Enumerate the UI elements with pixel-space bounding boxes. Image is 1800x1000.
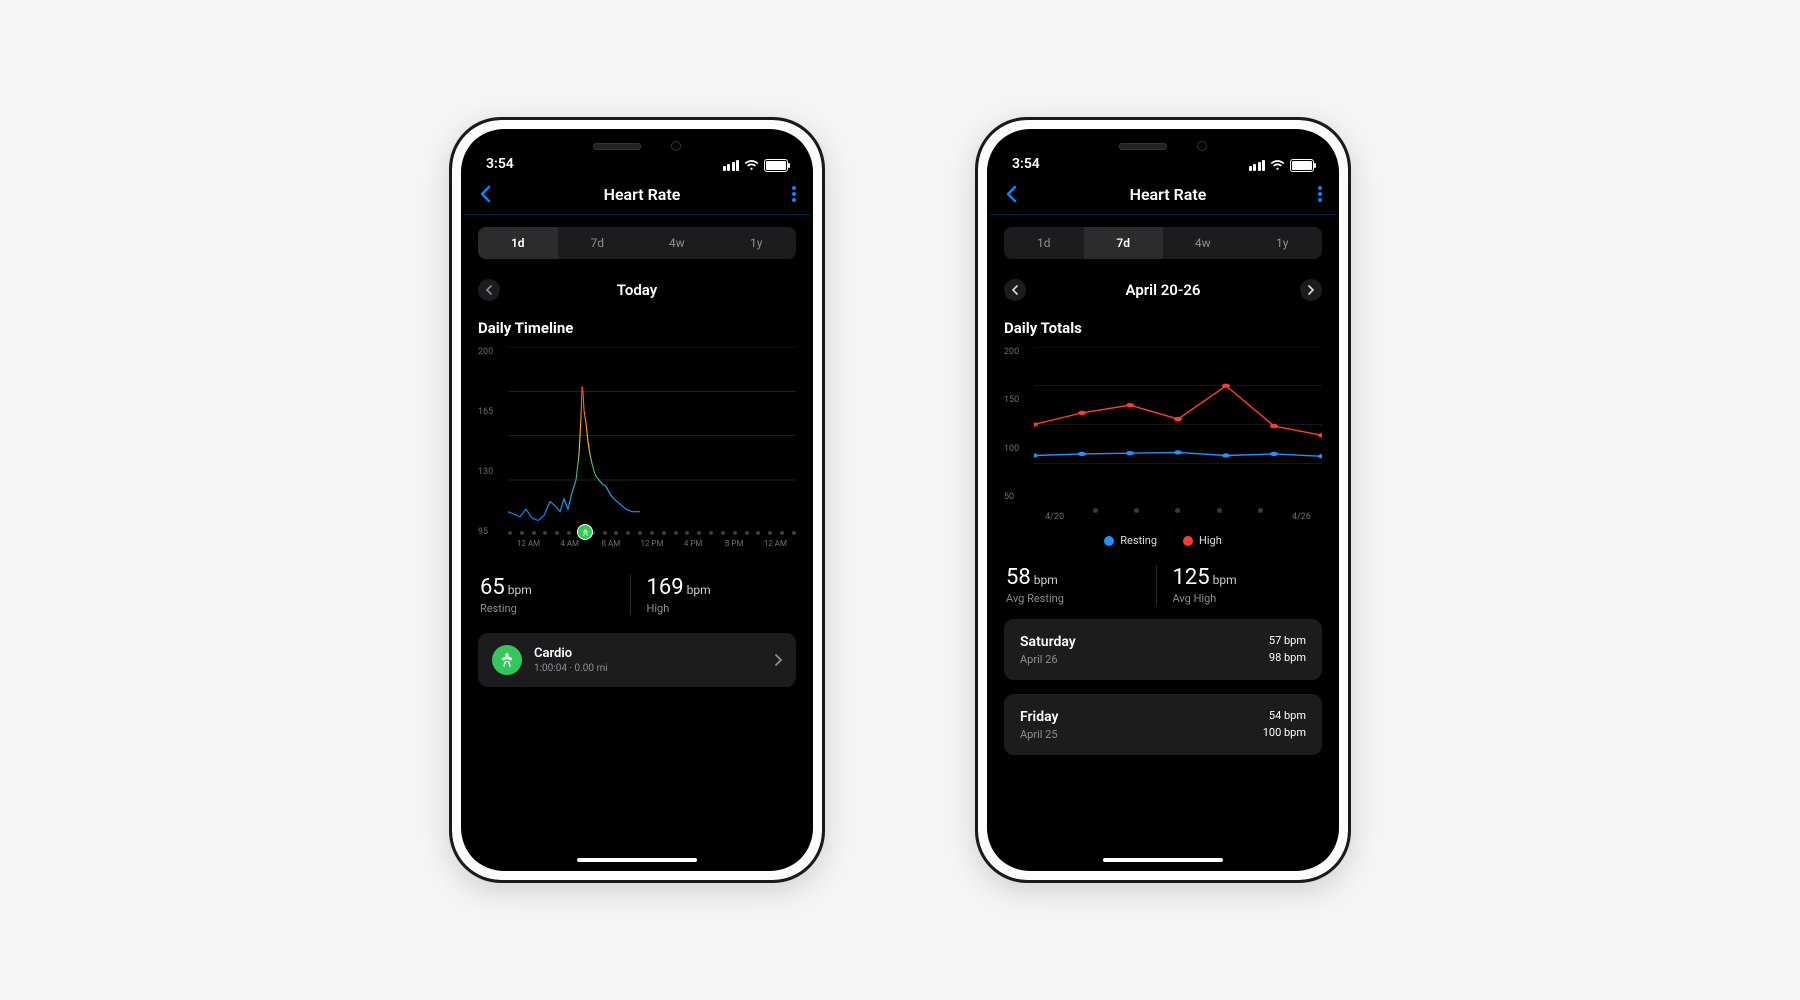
- cellular-icon: [723, 160, 740, 171]
- range-segmented-control[interactable]: 1d 7d 4w 1y: [1004, 227, 1322, 259]
- daily-timeline-chart[interactable]: 20016513095 12 AM4 AM8 AM12 PM4 PM8 PM12…: [478, 347, 796, 557]
- seg-4w[interactable]: 4w: [1163, 227, 1243, 259]
- legend-high: High: [1183, 534, 1222, 547]
- status-time: 3:54: [486, 156, 514, 172]
- date-prev-button[interactable]: [1004, 279, 1026, 301]
- back-button[interactable]: [1004, 185, 1018, 203]
- day-card[interactable]: Friday April 25 54 bpm100 bpm: [1004, 694, 1322, 755]
- home-indicator[interactable]: [577, 858, 697, 862]
- more-button[interactable]: [792, 186, 796, 202]
- seg-1d[interactable]: 1d: [478, 227, 558, 259]
- day-name: Saturday: [1020, 634, 1076, 650]
- home-indicator[interactable]: [1103, 858, 1223, 862]
- seg-1d[interactable]: 1d: [1004, 227, 1084, 259]
- page-title: Heart Rate: [604, 185, 681, 204]
- seg-4w[interactable]: 4w: [637, 227, 717, 259]
- day-high: 98 bpm: [1269, 650, 1306, 667]
- activity-icon: [492, 645, 522, 675]
- stat-high: 169bpm High: [630, 575, 797, 615]
- date-label: Today: [617, 281, 657, 299]
- section-title: Daily Totals: [990, 319, 1336, 337]
- more-button[interactable]: [1318, 186, 1322, 202]
- chart-legend: Resting High: [990, 534, 1336, 547]
- date-nav: April 20-26: [990, 275, 1336, 305]
- activity-card[interactable]: Cardio 1:00:04 · 0.00 mi: [478, 633, 796, 687]
- cellular-icon: [1249, 160, 1266, 171]
- activity-marker-icon: [577, 524, 593, 540]
- activity-subtitle: 1:00:04 · 0.00 mi: [534, 663, 762, 674]
- day-resting: 57 bpm: [1269, 633, 1306, 650]
- date-next-button[interactable]: [1300, 279, 1322, 301]
- stat-avg-resting: 58bpm Avg Resting: [1004, 565, 1156, 605]
- page-title: Heart Rate: [1130, 185, 1207, 204]
- day-name: Friday: [1020, 709, 1058, 725]
- day-resting: 54 bpm: [1263, 708, 1306, 725]
- legend-resting: Resting: [1104, 534, 1157, 547]
- header: Heart Rate: [990, 174, 1336, 215]
- stat-avg-high: 125bpm Avg High: [1156, 565, 1323, 605]
- wifi-icon: [744, 160, 759, 171]
- battery-icon: [764, 159, 788, 172]
- seg-1y[interactable]: 1y: [1243, 227, 1323, 259]
- phone-frame-1: 3:54 Heart Rate 1d 7d 4w 1y T: [449, 117, 825, 883]
- activity-title: Cardio: [534, 646, 762, 661]
- wifi-icon: [1270, 160, 1285, 171]
- back-button[interactable]: [478, 185, 492, 203]
- day-date: April 25: [1020, 728, 1058, 741]
- stat-resting: 65bpm Resting: [478, 575, 630, 615]
- status-time: 3:54: [1012, 156, 1040, 172]
- daily-totals-chart[interactable]: 20015010050 4/204/26: [1004, 347, 1322, 522]
- date-label: April 20-26: [1126, 281, 1201, 299]
- phone-frame-2: 3:54 Heart Rate 1d 7d 4w 1y A: [975, 117, 1351, 883]
- day-date: April 26: [1020, 653, 1076, 666]
- range-segmented-control[interactable]: 1d 7d 4w 1y: [478, 227, 796, 259]
- seg-7d[interactable]: 7d: [558, 227, 638, 259]
- stats-row: 58bpm Avg Resting 125bpm Avg High: [1004, 565, 1322, 605]
- day-high: 100 bpm: [1263, 725, 1306, 742]
- date-nav: Today: [464, 275, 810, 305]
- seg-7d[interactable]: 7d: [1084, 227, 1164, 259]
- stats-row: 65bpm Resting 169bpm High: [478, 575, 796, 615]
- seg-1y[interactable]: 1y: [717, 227, 797, 259]
- section-title: Daily Timeline: [464, 319, 810, 337]
- date-prev-button[interactable]: [478, 279, 500, 301]
- chevron-right-icon: [774, 651, 782, 670]
- header: Heart Rate: [464, 174, 810, 215]
- day-card[interactable]: Saturday April 26 57 bpm98 bpm: [1004, 619, 1322, 680]
- battery-icon: [1290, 159, 1314, 172]
